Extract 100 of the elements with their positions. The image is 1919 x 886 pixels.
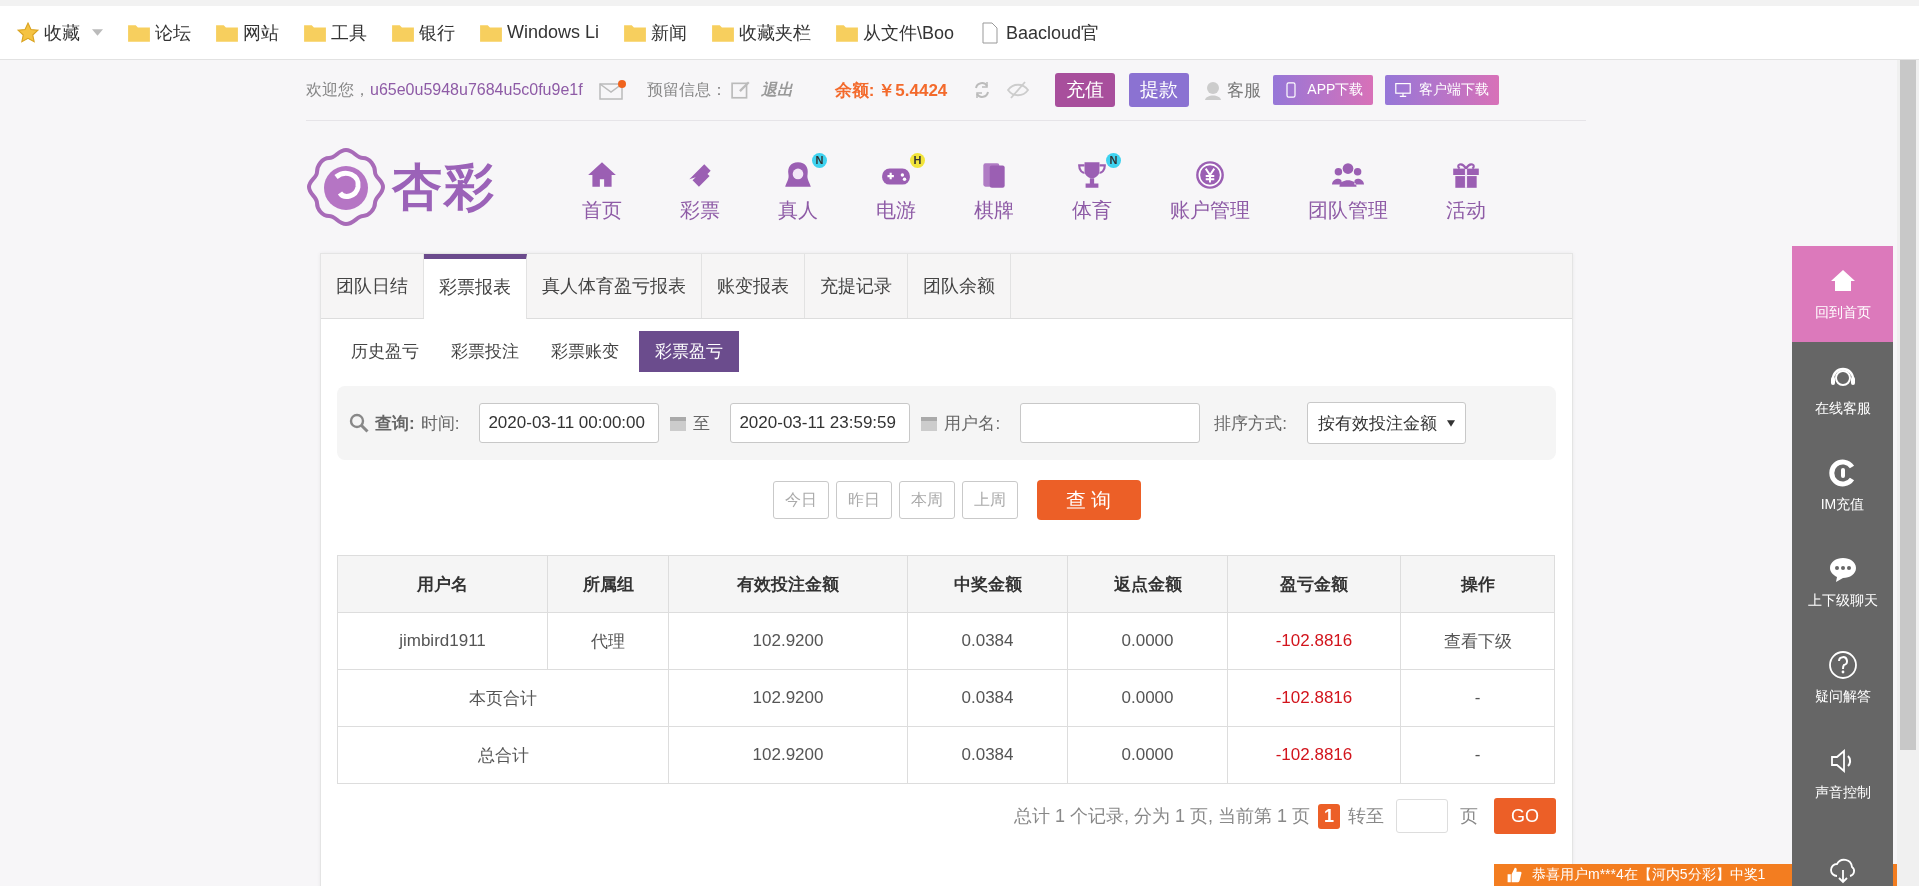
table-cell: 总合计	[337, 726, 669, 784]
bookmark[interactable]: Baacloud官	[978, 20, 1100, 45]
nav-item[interactable]: 彩票	[666, 150, 734, 224]
search-icon	[349, 413, 369, 433]
column-header: 用户名	[337, 555, 548, 613]
bookmark[interactable]: 工具	[303, 20, 367, 45]
logo-text: 杏彩	[392, 157, 496, 217]
table-cell: -	[1400, 726, 1555, 784]
nav-item[interactable]: N 体育	[1058, 150, 1126, 224]
table-cell: 本页合计	[337, 669, 669, 727]
nav-item[interactable]: 团队管理	[1294, 150, 1402, 224]
column-header: 有效投注金额	[668, 555, 908, 613]
column-header: 所属组	[547, 555, 669, 613]
username: u65e0u5948u7684u5c0fu9e1f	[370, 81, 583, 99]
nav-badge: N	[1106, 152, 1121, 168]
edit-icon[interactable]	[730, 80, 751, 100]
column-header: 返点金额	[1067, 555, 1228, 613]
nav-badge: N	[812, 152, 827, 168]
table-cell: -102.8816	[1227, 669, 1401, 727]
table-cell: 102.9200	[668, 726, 908, 784]
time-label: 时间:	[420, 412, 460, 435]
view-subordinates-link[interactable]: 查看下级	[1400, 612, 1555, 670]
yen-coin-icon	[1194, 158, 1226, 191]
table-cell: jimbird1911	[337, 612, 548, 670]
mail-icon[interactable]	[598, 79, 627, 101]
to-label: 至	[693, 412, 711, 435]
start-date-field[interactable]: 2020-03-11 00:00:00	[479, 403, 660, 443]
end-date-field[interactable]: 2020-03-11 23:59:59	[730, 403, 911, 443]
page-unit-label: 页	[1460, 805, 1478, 828]
column-header: 中奖金额	[907, 555, 1068, 613]
dropdown-arrow-icon	[1446, 419, 1455, 427]
withdraw-button[interactable]: 提款	[1129, 73, 1190, 107]
bookmark[interactable]: 新闻	[623, 20, 688, 45]
sub-tab[interactable]: 彩票盈亏	[639, 331, 739, 372]
sub-tab[interactable]: 彩票投注	[439, 331, 531, 372]
side-menu-item[interactable]: 上下级聊天	[1792, 534, 1893, 630]
report-tab[interactable]: 充提记录	[805, 254, 908, 318]
side-menu-item[interactable]: 在线客服	[1792, 342, 1893, 438]
report-tab[interactable]: 真人体育盈亏报表	[527, 254, 702, 318]
table-cell: 0.0000	[1067, 726, 1228, 784]
star-icon	[16, 21, 40, 44]
question-icon	[1827, 650, 1858, 680]
table-cell: 代理	[547, 612, 669, 670]
sort-dropdown[interactable]: 按有效投注金额	[1306, 402, 1466, 444]
support-avatar-icon	[1203, 80, 1224, 100]
reserved-info-label: 预留信息：	[646, 79, 727, 100]
bookmark[interactable]: 网站	[215, 20, 279, 45]
username-label: 用户名:	[944, 412, 1001, 435]
nav-item[interactable]: 账户管理	[1156, 150, 1264, 224]
table-cell: 102.9200	[668, 612, 908, 670]
balance-label: 余额:	[834, 79, 875, 102]
nav-item[interactable]: 棋牌	[960, 150, 1028, 224]
table-cell: -	[1400, 669, 1555, 727]
nav-badge: H	[910, 152, 925, 168]
nav-item[interactable]: H 电游	[862, 150, 930, 224]
welcome-text: 欢迎您，	[306, 79, 370, 100]
bookmark[interactable]: 收藏夹栏	[711, 20, 812, 45]
table-cell: -102.8816	[1227, 612, 1401, 670]
sub-tab[interactable]: 历史盈亏	[339, 331, 431, 372]
bookmark[interactable]: 从文件\Boo	[835, 20, 955, 45]
calendar-icon[interactable]	[669, 414, 688, 432]
hidden-eye-icon[interactable]	[1007, 80, 1030, 100]
recharge-button[interactable]: 充值	[1055, 73, 1116, 107]
thumbs-up-icon	[1506, 867, 1522, 883]
table-cell: 0.0384	[907, 612, 1068, 670]
side-menu-item[interactable]: 声音控制	[1792, 726, 1893, 822]
sort-label: 排序方式:	[1214, 412, 1287, 435]
page-number-field[interactable]	[1396, 799, 1448, 833]
nav-item[interactable]: 首页	[568, 150, 636, 224]
report-tab[interactable]: 账变报表	[702, 254, 805, 318]
scrollbar[interactable]	[1897, 60, 1919, 886]
bookmark[interactable]: 收藏	[16, 20, 103, 45]
username-field[interactable]	[1020, 403, 1201, 443]
table-cell: 102.9200	[668, 669, 908, 727]
report-tab[interactable]: 彩票报表	[424, 254, 527, 319]
monitor-icon	[1395, 82, 1412, 98]
sub-tab[interactable]: 彩票账变	[539, 331, 631, 372]
table-cell: 0.0384	[907, 669, 1068, 727]
table-cell: -102.8816	[1227, 726, 1401, 784]
report-tab[interactable]: 团队余额	[908, 254, 1011, 318]
column-header: 操作	[1400, 555, 1555, 613]
table-cell: 0.0000	[1067, 669, 1228, 727]
calendar-icon[interactable]	[920, 414, 939, 432]
table-cell: 0.0000	[1067, 612, 1228, 670]
caret-icon	[92, 29, 103, 36]
column-header: 盈亏金额	[1227, 555, 1401, 613]
flower-logo-icon	[306, 147, 386, 227]
side-menu-item[interactable]: 疑问解答	[1792, 630, 1893, 726]
nav-item[interactable]: 活动	[1432, 150, 1500, 224]
side-menu-item[interactable]: IM充值	[1792, 438, 1893, 534]
goto-label: 转至	[1348, 805, 1384, 828]
pagination-summary: 总计 1 个记录, 分为 1 页, 当前第 1 页	[1013, 805, 1310, 828]
bookmark[interactable]: 银行	[391, 20, 455, 45]
bookmark[interactable]: 论坛	[127, 20, 191, 45]
balance-amount: ￥5.4424	[878, 79, 948, 102]
nav-item[interactable]: N 真人	[764, 150, 832, 224]
bookmark[interactable]: Windows Li	[479, 21, 600, 44]
customer-service-link[interactable]: 客服	[1227, 78, 1262, 102]
table-cell: 0.0384	[907, 726, 1068, 784]
query-label: 查询:	[375, 412, 415, 435]
